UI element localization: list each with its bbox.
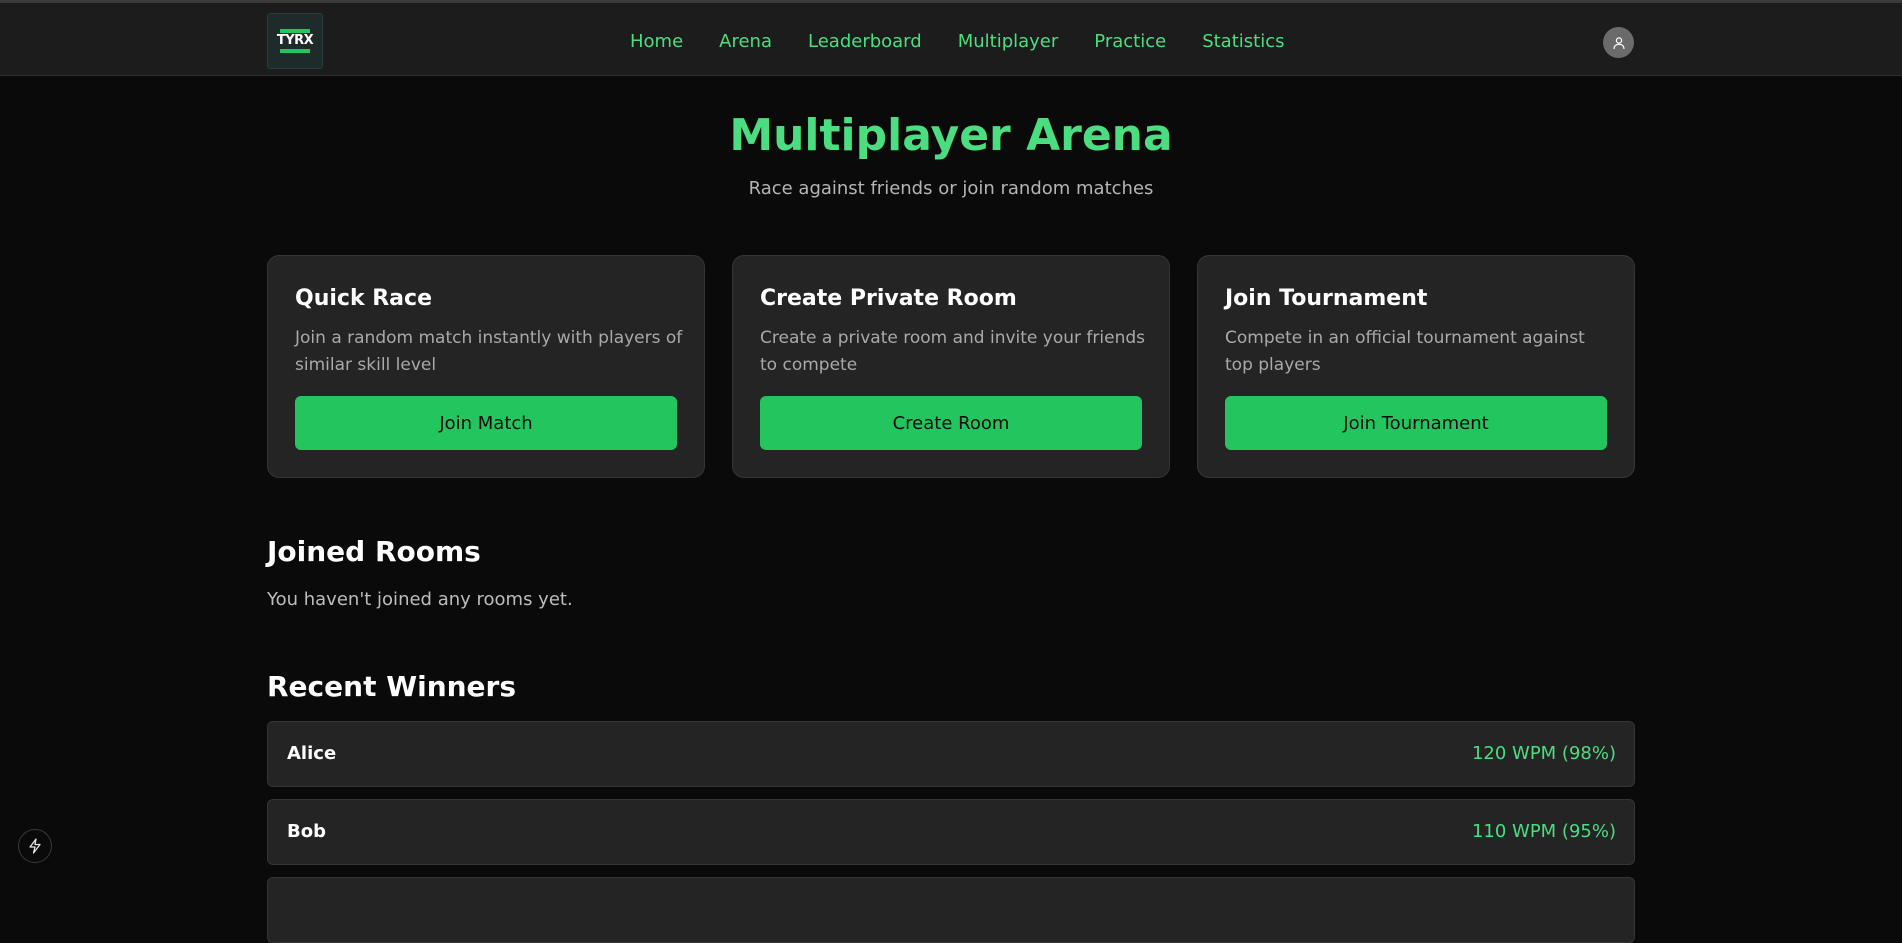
card-description: Create a private room and invite your fr…: [760, 328, 1146, 375]
dev-tools-button[interactable]: [18, 829, 52, 863]
nav-link-multiplayer[interactable]: Multiplayer: [958, 31, 1059, 53]
winner-row: Alice 120 WPM (98%): [267, 721, 1635, 787]
card-title: Join Tournament: [1225, 286, 1428, 311]
winner-score: 120 WPM (98%): [1471, 743, 1616, 764]
nav-link-statistics[interactable]: Statistics: [1202, 31, 1284, 53]
joined-rooms-empty-text: You haven't joined any rooms yet.: [267, 589, 573, 610]
user-avatar-button[interactable]: [1603, 27, 1634, 58]
top-navbar: TYRX Home Arena Leaderboard Multiplayer …: [0, 0, 1902, 76]
card-title: Create Private Room: [760, 286, 1017, 311]
user-icon: [1612, 36, 1625, 49]
page-title: Multiplayer Arena: [729, 110, 1173, 161]
nav-link-practice[interactable]: Practice: [1094, 31, 1166, 53]
main-nav: Home Arena Leaderboard Multiplayer Pract…: [630, 31, 1321, 53]
winner-row: Bob 110 WPM (95%): [267, 799, 1635, 865]
card-title: Quick Race: [295, 286, 432, 311]
winner-row-partial: [267, 877, 1635, 943]
lightning-icon: [29, 838, 41, 854]
quick-race-card: Quick Race Join a random match instantly…: [267, 255, 705, 478]
create-private-room-card: Create Private Room Create a private roo…: [732, 255, 1170, 478]
nav-link-arena[interactable]: Arena: [719, 31, 772, 53]
join-tournament-button[interactable]: Join Tournament: [1225, 396, 1607, 450]
logo-stripe: [280, 49, 310, 53]
join-tournament-card: Join Tournament Compete in an official t…: [1197, 255, 1635, 478]
logo-text: TYRX: [276, 33, 314, 48]
joined-rooms-heading: Joined Rooms: [267, 535, 481, 568]
join-match-button[interactable]: Join Match: [295, 396, 677, 450]
create-room-button[interactable]: Create Room: [760, 396, 1142, 450]
winner-score: 110 WPM (95%): [1471, 821, 1616, 842]
nav-link-home[interactable]: Home: [630, 31, 683, 53]
site-logo[interactable]: TYRX: [267, 13, 323, 69]
nav-link-leaderboard[interactable]: Leaderboard: [808, 31, 922, 53]
winner-name: Alice: [287, 743, 337, 764]
card-description: Join a random match instantly with playe…: [295, 328, 683, 375]
recent-winners-heading: Recent Winners: [267, 670, 517, 703]
card-description: Compete in an official tournament agains…: [1225, 328, 1585, 375]
winner-name: Bob: [287, 821, 326, 842]
page-subtitle: Race against friends or join random matc…: [748, 178, 1154, 199]
